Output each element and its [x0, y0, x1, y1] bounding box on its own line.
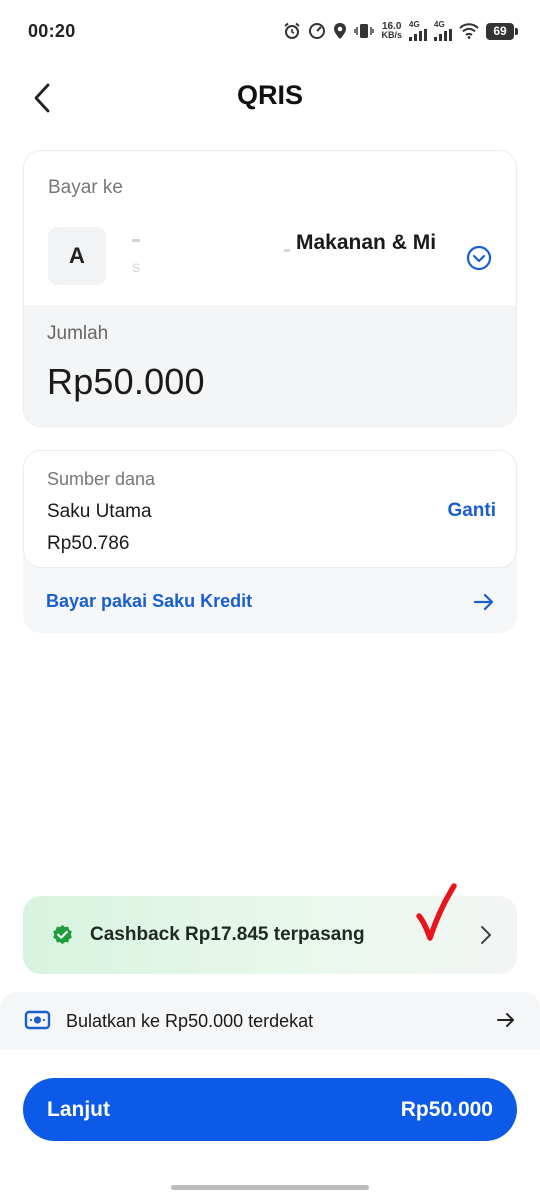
- merchant-initial: A: [69, 243, 85, 268]
- signal-1-tag: 4G: [409, 20, 420, 29]
- status-time: 00:20: [28, 20, 76, 41]
- pay-with-credit-link[interactable]: Bayar pakai Saku Kredit: [46, 591, 252, 612]
- signal-2: 4G: [434, 21, 452, 41]
- merchant-avatar: A: [48, 227, 106, 285]
- signal-bars-icon: [409, 29, 427, 41]
- change-source-button[interactable]: Ganti: [447, 500, 496, 522]
- verified-badge-icon: [53, 924, 72, 945]
- cashback-banner[interactable]: Cashback Rp17.845 terpasang: [23, 896, 517, 974]
- source-label: Sumber dana: [47, 469, 156, 489]
- battery-level: 69: [493, 24, 507, 38]
- vibrate-icon: [354, 24, 375, 38]
- pay-to-label: Bayar ke: [48, 177, 123, 198]
- status-icons: 16.0 KB/s 4G 4G 69: [283, 21, 518, 41]
- chevron-down-circle-icon: [466, 245, 492, 271]
- redacted-mark: [132, 239, 140, 242]
- net-speed: 16.0 KB/s: [381, 22, 402, 40]
- cashback-text: Cashback Rp17.845 terpasang: [90, 924, 365, 945]
- round-up-row[interactable]: Bulatkan ke Rp50.000 terdekat: [0, 992, 540, 1050]
- status-bar: 00:20 16.0 KB/s 4G 4G 69: [0, 0, 540, 62]
- continue-amount: Rp50.000: [400, 1097, 493, 1121]
- battery-icon: 69: [486, 22, 518, 40]
- signal-bars-icon: [434, 29, 452, 41]
- source-balance: Rp50.786: [47, 533, 130, 554]
- redacted-mark: S: [132, 261, 141, 275]
- signal-2-tag: 4G: [434, 20, 445, 29]
- round-up-text: Bulatkan ke Rp50.000 terdekat: [66, 1011, 314, 1031]
- continue-button[interactable]: Lanjut Rp50.000: [23, 1078, 517, 1141]
- pay-to-card: Bayar ke A S Makanan & Mi Jumlah Rp50.00…: [23, 150, 517, 427]
- amount-section: Jumlah Rp50.000: [24, 305, 516, 426]
- continue-label: Lanjut: [47, 1097, 110, 1121]
- speedometer-icon: [309, 23, 326, 39]
- page-title: QRIS: [236, 80, 303, 110]
- source-card: Sumber dana Saku Utama Rp50.786 Ganti: [23, 450, 517, 568]
- arrow-right-icon: [497, 1013, 514, 1027]
- amount-value: Rp50.000: [47, 361, 205, 402]
- expand-merchant-button[interactable]: [466, 245, 492, 271]
- location-icon: [334, 23, 347, 39]
- amount-label: Jumlah: [47, 323, 109, 344]
- alarm-icon: [284, 22, 301, 39]
- source-name: Saku Utama: [47, 501, 152, 522]
- source-of-funds-section: Sumber dana Saku Utama Rp50.786 Ganti Ba…: [23, 450, 517, 633]
- merchant-name: Makanan & Mi: [296, 231, 437, 254]
- signal-1: 4G: [409, 21, 427, 41]
- header: QRIS: [0, 70, 540, 126]
- arrow-right-icon[interactable]: [473, 592, 495, 612]
- home-indicator[interactable]: [171, 1185, 369, 1190]
- net-speed-unit: KB/s: [381, 30, 402, 40]
- redacted-mark: [284, 249, 290, 252]
- wifi-icon: [459, 23, 479, 39]
- chevron-right-icon: [481, 926, 491, 944]
- cash-icon: [24, 1010, 51, 1030]
